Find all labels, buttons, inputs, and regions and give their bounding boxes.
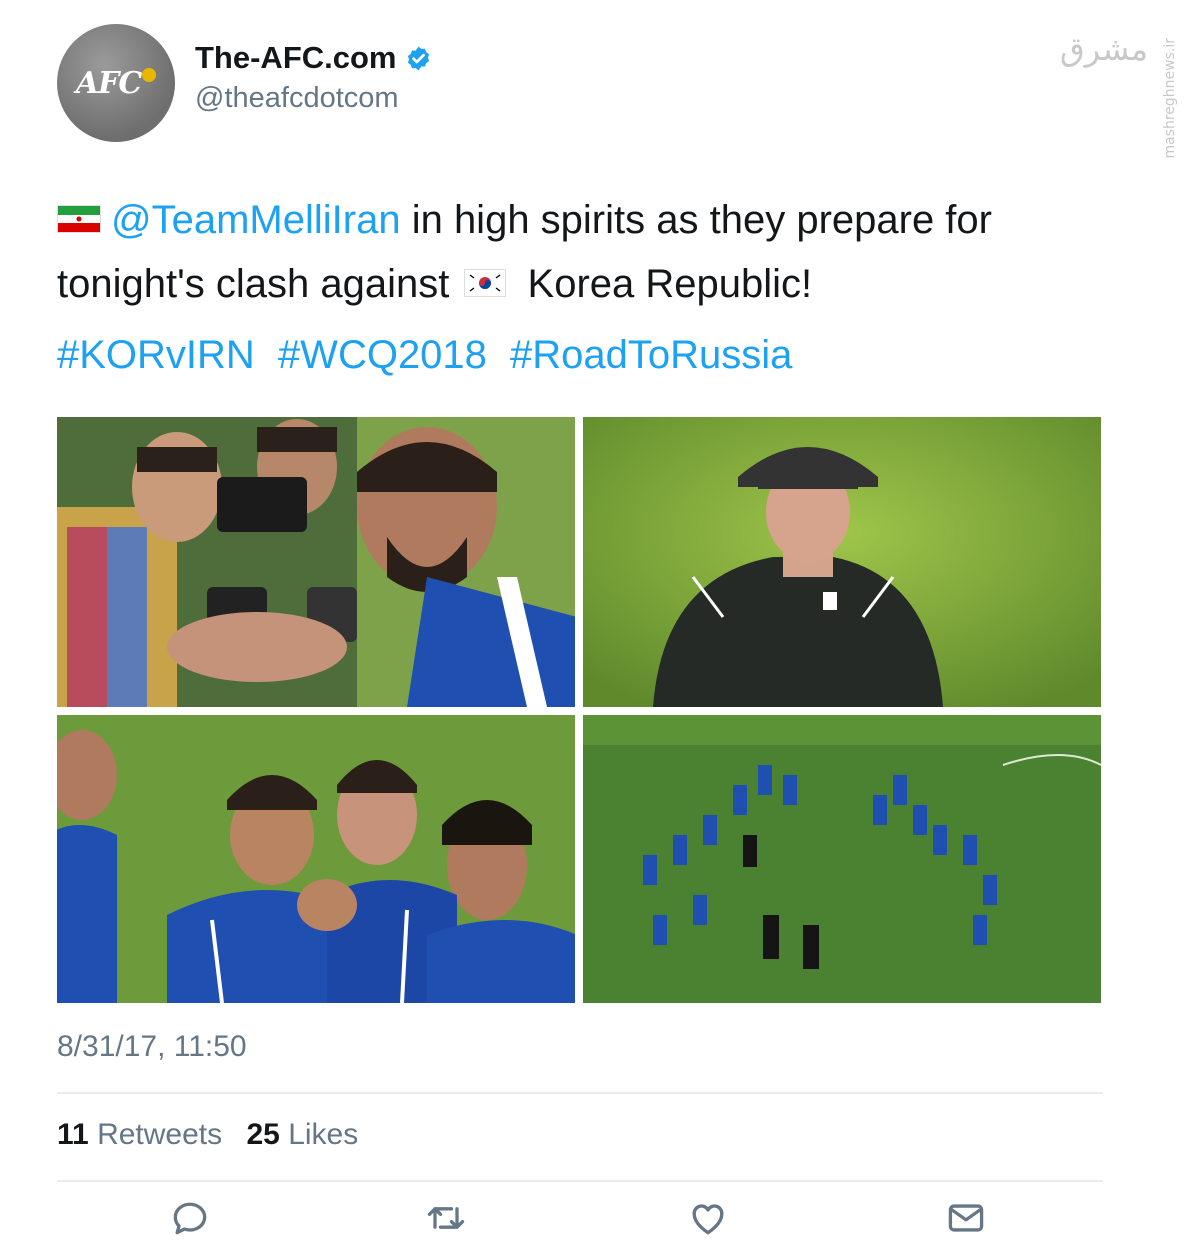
likes-label: Likes [288, 1118, 359, 1151]
avatar[interactable]: AFC [57, 24, 175, 142]
divider [57, 1180, 1103, 1182]
divider [57, 1092, 1103, 1094]
photo-team-training[interactable] [583, 715, 1101, 1003]
hashtag-roadtorussia[interactable]: #RoadToRussia [510, 333, 792, 377]
tweet-card: AFC The-AFC.com @theafcdotcom مشرق mashr… [0, 0, 1200, 1259]
verified-badge-icon [407, 46, 429, 70]
handle[interactable]: @theafcdotcom [195, 82, 399, 115]
retweet-icon [427, 1207, 465, 1229]
retweets-label: Retweets [97, 1118, 223, 1151]
like-button[interactable] [686, 1196, 730, 1240]
watermark-logo: مشرق [1059, 30, 1148, 68]
likes-stat[interactable]: 25 Likes [246, 1118, 358, 1151]
retweets-count: 11 [57, 1118, 89, 1151]
hashtag-wcq2018[interactable]: #WCQ2018 [278, 333, 487, 377]
hashtag-korvirn[interactable]: #KORvIRN [57, 333, 255, 377]
tweet-text-part2: Korea Republic! [516, 262, 813, 306]
direct-message-icon [948, 1204, 984, 1232]
reply-button[interactable] [168, 1196, 212, 1240]
direct-message-button[interactable] [944, 1196, 988, 1240]
media-grid [57, 417, 1103, 1005]
retweets-stat[interactable]: 11 Retweets [57, 1118, 222, 1151]
display-name[interactable]: The-AFC.com [195, 40, 397, 76]
hashtags: #KORvIRN #WCQ2018 #RoadToRussia [57, 333, 804, 378]
photo-player-fans[interactable] [57, 417, 575, 707]
reply-icon [173, 1202, 207, 1235]
photo-players-celebrating[interactable] [57, 715, 575, 1003]
afc-logo: AFC [76, 66, 157, 101]
watermark: مشرق mashreghnews.ir [1060, 18, 1182, 188]
engagement-stats: 11 Retweets 25 Likes [57, 1118, 374, 1152]
timestamp[interactable]: 8/31/17, 11:50 [57, 1030, 247, 1064]
watermark-site: mashreghnews.ir [1162, 38, 1178, 159]
photo-coach[interactable] [583, 417, 1101, 707]
mention-link[interactable]: @TeamMelliIran [111, 198, 401, 242]
likes-count: 25 [246, 1118, 280, 1151]
tweet-text: @TeamMelliIran in high spirits as they p… [57, 188, 1117, 316]
korea-flag-icon [464, 269, 507, 298]
iran-flag-icon [57, 205, 101, 234]
display-name-row[interactable]: The-AFC.com [195, 40, 432, 76]
like-icon [692, 1204, 724, 1235]
retweet-button[interactable] [424, 1196, 468, 1240]
